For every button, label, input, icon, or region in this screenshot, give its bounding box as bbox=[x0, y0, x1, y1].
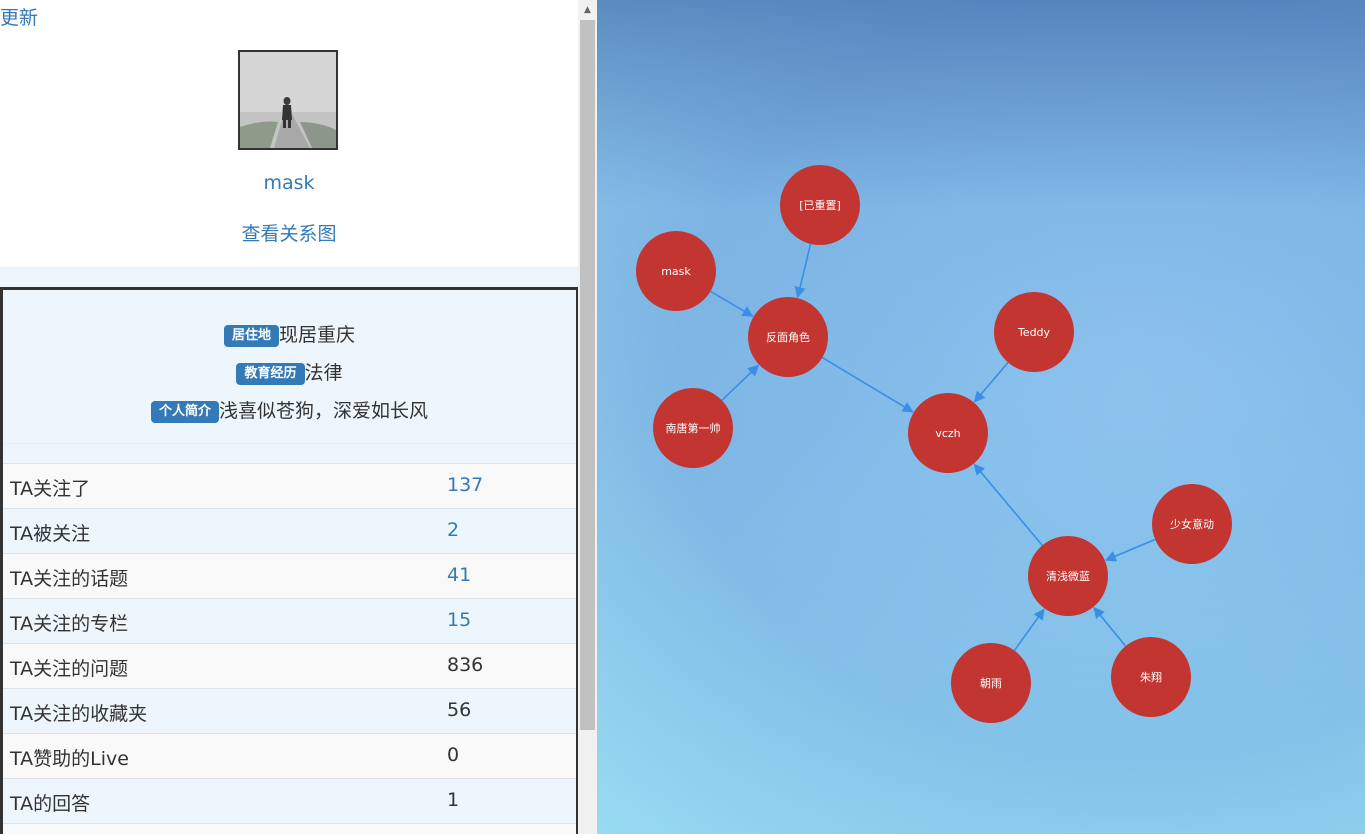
stats-table: TA关注了 137 TA被关注 2 TA关注的话题 41 TA关注的专栏 15 … bbox=[3, 463, 576, 834]
stat-value-topics[interactable]: 41 bbox=[447, 564, 471, 586]
graph-node-qingqian[interactable]: 清浅微蓝 bbox=[1028, 536, 1108, 616]
table-row: TA关注的问题 836 bbox=[3, 643, 576, 688]
stat-label: TA关注的话题 bbox=[10, 568, 129, 590]
table-row: TA关注的收藏夹 56 bbox=[3, 688, 576, 733]
avatar bbox=[238, 50, 338, 150]
stat-value-following[interactable]: 137 bbox=[447, 474, 483, 496]
table-row: TA关注的专栏 15 bbox=[3, 598, 576, 643]
stat-label: TA的回答 bbox=[10, 793, 91, 815]
stat-label: TA关注了 bbox=[10, 478, 91, 500]
username-link[interactable]: mask bbox=[0, 172, 578, 194]
bio-text: 浅喜似苍狗，深爱如长风 bbox=[219, 400, 429, 422]
stat-value-followers[interactable]: 2 bbox=[447, 519, 459, 541]
education-badge: 教育经历 bbox=[236, 363, 305, 385]
graph-node-label: 南唐第一帅 bbox=[666, 421, 721, 435]
bio-line: 个人简介 浅喜似苍狗，深爱如长风 bbox=[3, 398, 576, 424]
graph-node-label: [已重置] bbox=[799, 198, 841, 212]
stat-label: TA关注的专栏 bbox=[10, 613, 129, 635]
scroll-up-arrow-icon[interactable]: ▲ bbox=[578, 0, 597, 18]
profile-panel: 更新 mask 查看关系图 居住地 现居重庆 教育经历 法律 个人简介 浅喜似苍狗，深… bbox=[0, 0, 578, 834]
table-row: TA关注的话题 41 bbox=[3, 553, 576, 598]
section-divider bbox=[0, 267, 578, 288]
stat-value-live: 0 bbox=[447, 744, 460, 766]
table-row bbox=[3, 823, 576, 834]
stat-label: TA被关注 bbox=[10, 523, 91, 545]
graph-node-mask[interactable]: mask bbox=[636, 231, 716, 311]
profile-details-box: 居住地 现居重庆 教育经历 法律 个人简介 浅喜似苍狗，深爱如长风 TA关注了 137… bbox=[0, 287, 578, 834]
relation-graph[interactable]: [已重置] mask 反面角色 Teddy 南唐第一帅 vczh 少女意动清浅微蓝朝雨 朱翔 bbox=[597, 0, 1365, 834]
graph-edge-fanmian-vczh bbox=[821, 356, 914, 413]
table-row: TA关注了 137 bbox=[3, 463, 576, 508]
table-row: TA赞助的Live 0 bbox=[3, 733, 576, 778]
graph-node-nantang[interactable]: 南唐第一帅 bbox=[653, 388, 733, 468]
location-badge: 居住地 bbox=[223, 325, 279, 347]
stat-label: TA关注的收藏夹 bbox=[10, 703, 148, 725]
education-line: 教育经历 法律 bbox=[3, 360, 576, 386]
graph-edge-nantang-fanmian bbox=[721, 364, 760, 401]
education-text: 法律 bbox=[304, 362, 343, 384]
graph-node-yichongzhi[interactable]: [已重置] bbox=[780, 165, 860, 245]
graph-edge-teddy-vczh bbox=[973, 361, 1009, 403]
stat-value-collections: 56 bbox=[447, 699, 472, 721]
graph-node-label: 少女意动 bbox=[1170, 517, 1214, 531]
graph-node-zhuxiang[interactable]: 朱翔 bbox=[1111, 637, 1191, 717]
bio-badge: 个人简介 bbox=[150, 401, 219, 423]
graph-node-vczh[interactable]: vczh bbox=[908, 393, 988, 473]
graph-edge-zhuxiang-qingqian bbox=[1093, 606, 1127, 647]
graph-node-label: vczh bbox=[935, 427, 960, 440]
stat-value-answers: 1 bbox=[447, 789, 460, 811]
graph-node-label: 朝雨 bbox=[980, 677, 1002, 690]
graph-edge-qingqian-vczh bbox=[973, 463, 1043, 546]
graph-node-label: 朱翔 bbox=[1140, 670, 1162, 684]
scrollbar[interactable]: ▲ bbox=[578, 0, 597, 834]
stat-label: TA赞助的Live bbox=[10, 748, 129, 770]
location-text: 现居重庆 bbox=[279, 324, 356, 346]
graph-edge-zhaoyu-qingqian bbox=[1013, 608, 1045, 652]
graph-edge-shaonv-qingqian bbox=[1104, 538, 1156, 562]
stat-value-columns[interactable]: 15 bbox=[447, 609, 471, 631]
table-row: TA被关注 2 bbox=[3, 508, 576, 553]
scrollbar-thumb[interactable] bbox=[580, 20, 595, 730]
view-relation-graph-link[interactable]: 查看关系图 bbox=[0, 219, 578, 246]
graph-edge-yichongzhi-fanmian bbox=[794, 243, 812, 299]
graph-node-label: mask bbox=[661, 265, 691, 278]
graph-node-shaonv[interactable]: 少女意动 bbox=[1152, 484, 1232, 564]
stat-value-questions: 836 bbox=[447, 654, 484, 676]
info-separator bbox=[3, 443, 576, 444]
graph-node-label: 清浅微蓝 bbox=[1046, 569, 1090, 583]
graph-node-label: 反面角色 bbox=[766, 330, 810, 344]
graph-node-fanmian[interactable]: 反面角色 bbox=[748, 297, 828, 377]
location-line: 居住地 现居重庆 bbox=[3, 322, 576, 348]
avatar-image bbox=[240, 52, 336, 148]
table-row: TA的回答 1 bbox=[3, 778, 576, 823]
graph-node-label: Teddy bbox=[1017, 326, 1051, 339]
graph-canvas[interactable]: [已重置] mask 反面角色 Teddy 南唐第一帅 vczh 少女意动清浅微蓝朝雨 朱翔 bbox=[597, 0, 1365, 834]
graph-node-zhaoyu[interactable]: 朝雨 bbox=[951, 643, 1031, 723]
update-link[interactable]: 更新 bbox=[0, 3, 38, 30]
graph-node-teddy[interactable]: Teddy bbox=[994, 292, 1074, 372]
graph-edge-mask-fanmian bbox=[710, 290, 754, 317]
stat-label: TA关注的问题 bbox=[10, 658, 129, 680]
